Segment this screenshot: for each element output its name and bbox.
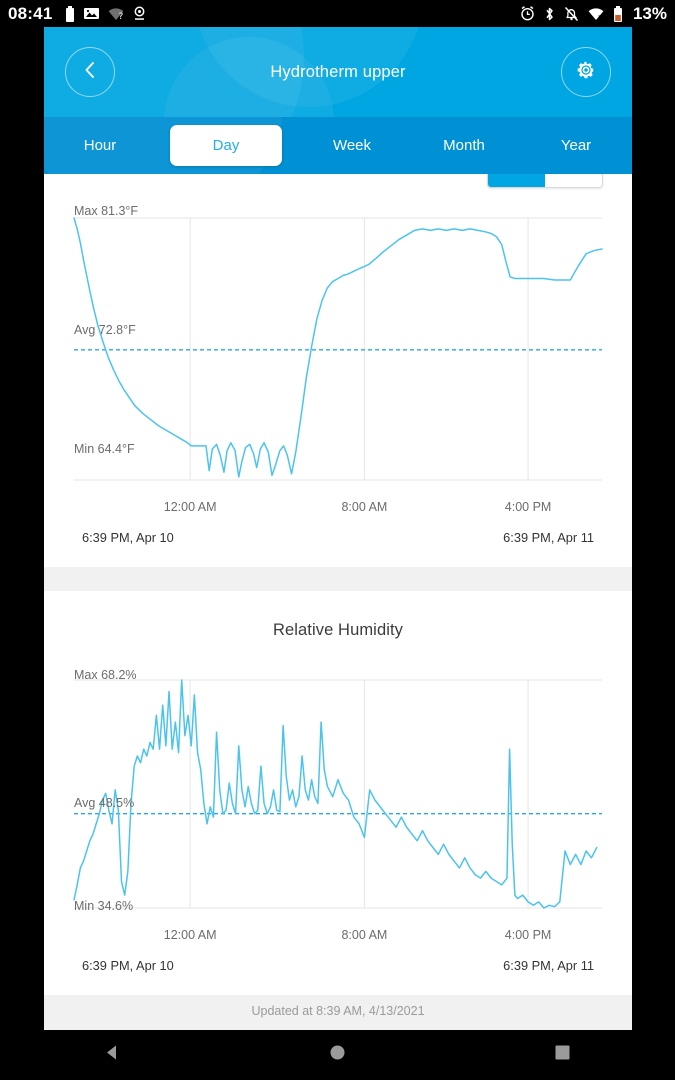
x-tick: 4:00 PM xyxy=(505,928,552,942)
scroll-content[interactable]: Max 81.3°F Avg 72.8°F Min 64.4°F 12:00 A… xyxy=(44,174,632,1030)
circle-home-icon xyxy=(329,1044,346,1066)
unit-toggle-clipped xyxy=(44,174,632,190)
app-bar: Hydrotherm upper xyxy=(44,27,632,117)
gear-icon xyxy=(576,60,596,85)
location-icon xyxy=(133,6,146,21)
x-tick: 8:00 AM xyxy=(341,928,387,942)
battery-icon xyxy=(613,6,623,22)
range-end-label: 6:39 PM, Apr 11 xyxy=(503,530,594,545)
x-tick: 12:00 AM xyxy=(164,928,217,942)
svg-text:x: x xyxy=(598,13,604,21)
unit-toggle[interactable] xyxy=(487,174,603,188)
tab-day[interactable]: Day xyxy=(170,125,282,166)
chevron-left-icon xyxy=(82,60,98,85)
battery-percent-label: 13% xyxy=(633,4,667,24)
humidity-range-row: 6:39 PM, Apr 10 6:39 PM, Apr 11 xyxy=(44,950,632,973)
square-recents-icon xyxy=(555,1045,570,1065)
x-tick: 8:00 AM xyxy=(341,500,387,514)
range-start-label: 6:39 PM, Apr 10 xyxy=(82,530,174,545)
app-viewport: Hydrotherm upper Hour Day Week Month Yea… xyxy=(44,27,632,1030)
temperature-x-axis: 12:00 AM 8:00 AM 4:00 PM xyxy=(74,500,602,522)
status-bar-left: 08:41 ? xyxy=(8,4,146,24)
humidity-card: Relative Humidity Max 68.2% Avg 48.5% Mi… xyxy=(44,591,632,995)
tab-year[interactable]: Year xyxy=(520,125,632,166)
svg-text:?: ? xyxy=(119,12,124,21)
temperature-card: Max 81.3°F Avg 72.8°F Min 64.4°F 12:00 A… xyxy=(44,174,632,567)
updated-footer: Updated at 8:39 AM, 4/13/2021 xyxy=(44,995,632,1022)
tab-hour[interactable]: Hour xyxy=(44,125,156,166)
triangle-back-icon xyxy=(104,1044,121,1066)
nav-back-button[interactable] xyxy=(83,1030,143,1080)
status-bar-clock: 08:41 xyxy=(8,4,52,24)
range-end-label: 6:39 PM, Apr 11 xyxy=(503,958,594,973)
alarm-icon xyxy=(520,6,535,21)
unit-toggle-option-left[interactable] xyxy=(488,174,545,187)
wifi-question-icon: ? xyxy=(108,7,124,21)
settings-button[interactable] xyxy=(561,47,611,97)
battery-icon xyxy=(65,6,75,22)
x-tick: 12:00 AM xyxy=(164,500,217,514)
status-bar-right: x 13% xyxy=(520,4,667,24)
humidity-chart-svg xyxy=(44,658,632,928)
temperature-chart-svg xyxy=(44,190,632,500)
unit-toggle-option-right[interactable] xyxy=(545,174,602,187)
x-tick: 4:00 PM xyxy=(505,500,552,514)
image-icon xyxy=(84,6,99,21)
temperature-range-row: 6:39 PM, Apr 10 6:39 PM, Apr 11 xyxy=(44,522,632,545)
tab-month[interactable]: Month xyxy=(408,125,520,166)
wifi-off-icon: x xyxy=(588,7,604,21)
tab-week[interactable]: Week xyxy=(296,125,408,166)
android-status-bar: 08:41 ? x 13% xyxy=(0,0,675,27)
notifications-muted-icon xyxy=(564,6,579,22)
range-start-label: 6:39 PM, Apr 10 xyxy=(82,958,174,973)
humidity-x-axis: 12:00 AM 8:00 AM 4:00 PM xyxy=(74,928,602,950)
humidity-chart-title: Relative Humidity xyxy=(44,591,632,640)
back-button[interactable] xyxy=(65,47,115,97)
time-range-tabs: Hour Day Week Month Year xyxy=(44,117,632,174)
bluetooth-icon xyxy=(544,6,555,22)
android-nav-bar xyxy=(0,1030,675,1080)
nav-home-button[interactable] xyxy=(308,1030,368,1080)
humidity-chart[interactable]: Max 68.2% Avg 48.5% Min 34.6% xyxy=(44,658,632,928)
card-divider xyxy=(44,567,632,591)
temperature-chart[interactable]: Max 81.3°F Avg 72.8°F Min 64.4°F xyxy=(44,190,632,500)
page-title: Hydrotherm upper xyxy=(115,63,561,82)
nav-recents-button[interactable] xyxy=(533,1030,593,1080)
